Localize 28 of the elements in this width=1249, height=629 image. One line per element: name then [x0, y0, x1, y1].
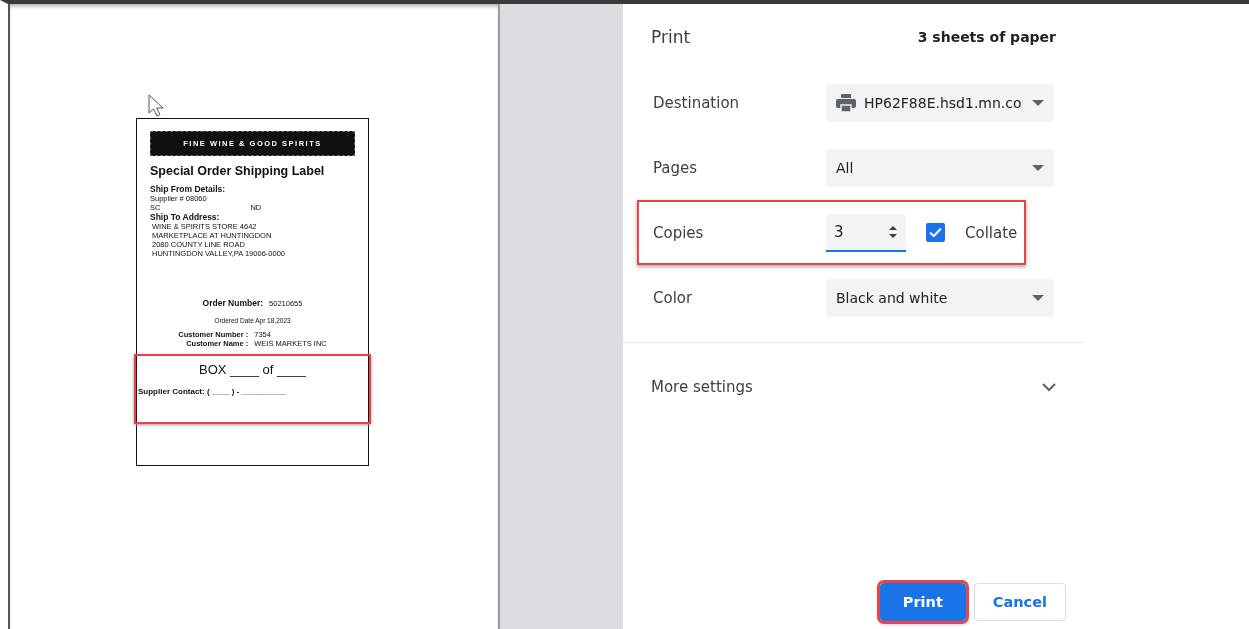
setting-label: Copies	[653, 223, 705, 242]
setting-label: Color	[653, 288, 694, 307]
spinner-icon	[888, 223, 898, 240]
dropdown[interactable]: Black and white	[826, 278, 1054, 317]
dropdown[interactable]: All	[826, 148, 1054, 187]
print-button[interactable]: Print	[879, 583, 966, 621]
copies-field[interactable]: 3	[826, 213, 906, 252]
dropdown-caret-icon	[1032, 294, 1044, 301]
cancel-button[interactable]: Cancel	[973, 583, 1066, 621]
more-settings-toggle[interactable]: More settings	[651, 343, 1056, 431]
collate-checkbox[interactable]	[926, 223, 945, 242]
setting-label: Destination	[653, 93, 741, 112]
cursor-icon	[148, 94, 166, 118]
supplier-contact-line: Supplier Contact: ( ____ ) - __________	[138, 387, 288, 396]
label-title: Special Order Shipping Label	[150, 164, 326, 178]
section-heading: Ship To Address:	[150, 212, 221, 222]
sheets-summary: 3 sheets of paper	[917, 29, 1056, 45]
collate-label: Collate	[965, 223, 1018, 242]
setting-label: Pages	[653, 158, 699, 177]
dialog-title: Print	[651, 27, 691, 47]
section-heading: Ship From Details:	[150, 184, 227, 194]
box-count-line: BOX ____ of ____	[198, 362, 307, 377]
printer-icon	[836, 93, 856, 112]
dropdown[interactable]: HP62F88E.hsd1.mn.co	[826, 83, 1054, 122]
field-label: Order Number:	[202, 298, 264, 308]
dropdown-caret-icon	[1032, 164, 1044, 171]
chevron-icon	[1042, 382, 1056, 392]
dropdown-caret-icon	[1032, 99, 1044, 106]
